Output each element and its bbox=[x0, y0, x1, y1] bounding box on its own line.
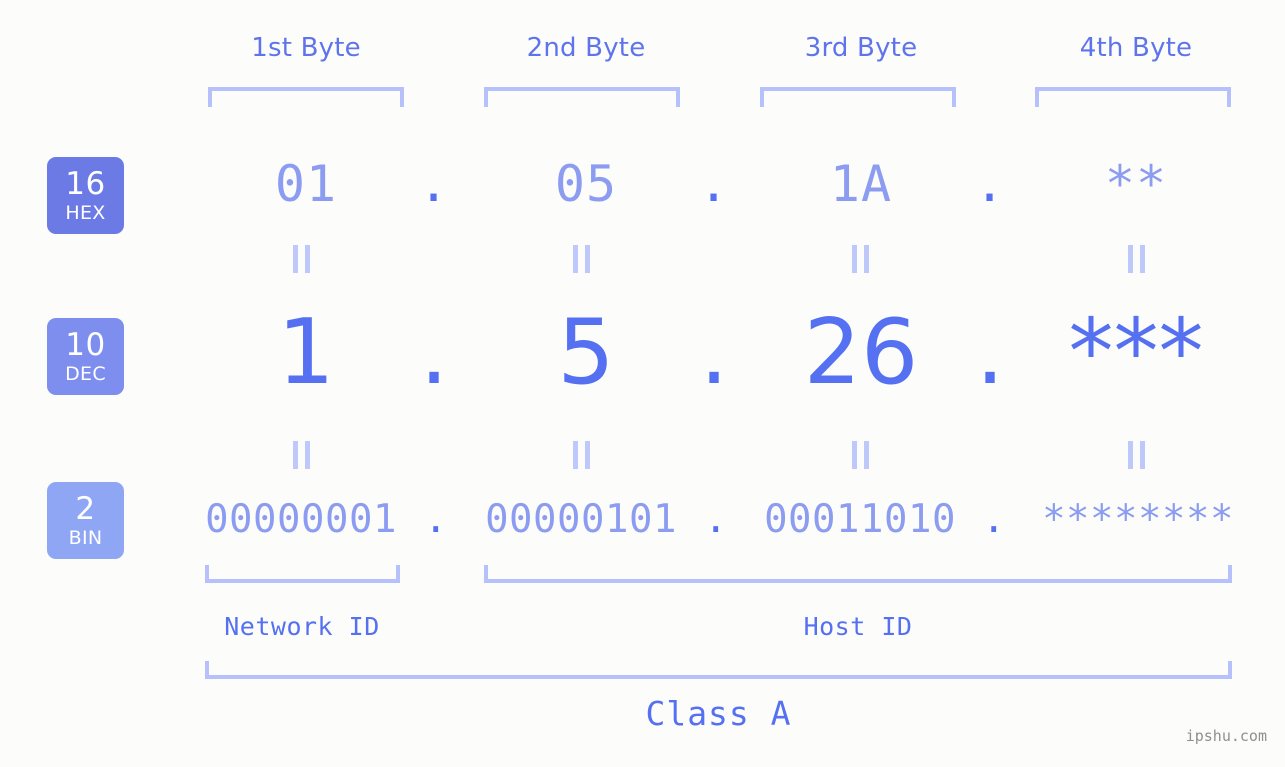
bin-byte-1: 00000001 bbox=[205, 497, 397, 542]
network-id-label: Network ID bbox=[224, 612, 380, 641]
equals-connector-hex-dec-4 bbox=[1125, 245, 1147, 273]
site-watermark: ipshu.com bbox=[1185, 727, 1267, 745]
byte-header-2: 2nd Byte bbox=[526, 33, 646, 63]
hex-byte-4: ** bbox=[1104, 155, 1168, 213]
bin-byte-2: 00000101 bbox=[485, 497, 677, 542]
equals-connector-hex-dec-1 bbox=[290, 245, 312, 273]
byte-bracket-3 bbox=[760, 87, 956, 107]
class-bracket bbox=[205, 661, 1232, 679]
host-id-label: Host ID bbox=[803, 612, 913, 641]
equals-connector-hex-dec-3 bbox=[849, 245, 871, 273]
byte-header-4: 4th Byte bbox=[1079, 33, 1193, 63]
base-badge-dec: 10 DEC bbox=[47, 318, 124, 395]
base-badge-bin-number: 2 bbox=[75, 490, 96, 527]
network-id-bracket bbox=[205, 565, 400, 583]
bin-byte-4: ******** bbox=[1042, 497, 1234, 542]
base-badge-bin: 2 BIN bbox=[47, 482, 124, 559]
byte-bracket-1 bbox=[208, 87, 404, 107]
base-badge-hex: 16 HEX bbox=[47, 157, 124, 234]
equals-connector-dec-bin-1 bbox=[290, 441, 312, 469]
base-badge-hex-name: HEX bbox=[65, 201, 106, 224]
base-badge-bin-name: BIN bbox=[68, 526, 103, 549]
byte-header-1: 1st Byte bbox=[251, 33, 361, 63]
bin-byte-3: 00011010 bbox=[764, 497, 956, 542]
equals-connector-dec-bin-3 bbox=[849, 441, 871, 469]
base-badge-dec-name: DEC bbox=[65, 362, 106, 385]
dec-byte-4: *** bbox=[1068, 300, 1204, 405]
byte-bracket-4 bbox=[1035, 87, 1231, 107]
equals-connector-dec-bin-2 bbox=[570, 441, 592, 469]
class-label: Class A bbox=[645, 694, 792, 733]
byte-header-3: 3rd Byte bbox=[804, 33, 918, 63]
host-id-bracket bbox=[484, 565, 1232, 583]
equals-connector-hex-dec-2 bbox=[570, 245, 592, 273]
byte-bracket-2 bbox=[484, 87, 680, 107]
base-badge-dec-number: 10 bbox=[65, 326, 106, 363]
equals-connector-dec-bin-4 bbox=[1125, 441, 1147, 469]
base-badge-hex-number: 16 bbox=[65, 165, 106, 202]
ip-address-breakdown-diagram: 1st Byte 2nd Byte 3rd Byte 4th Byte 16 H… bbox=[0, 0, 1285, 767]
